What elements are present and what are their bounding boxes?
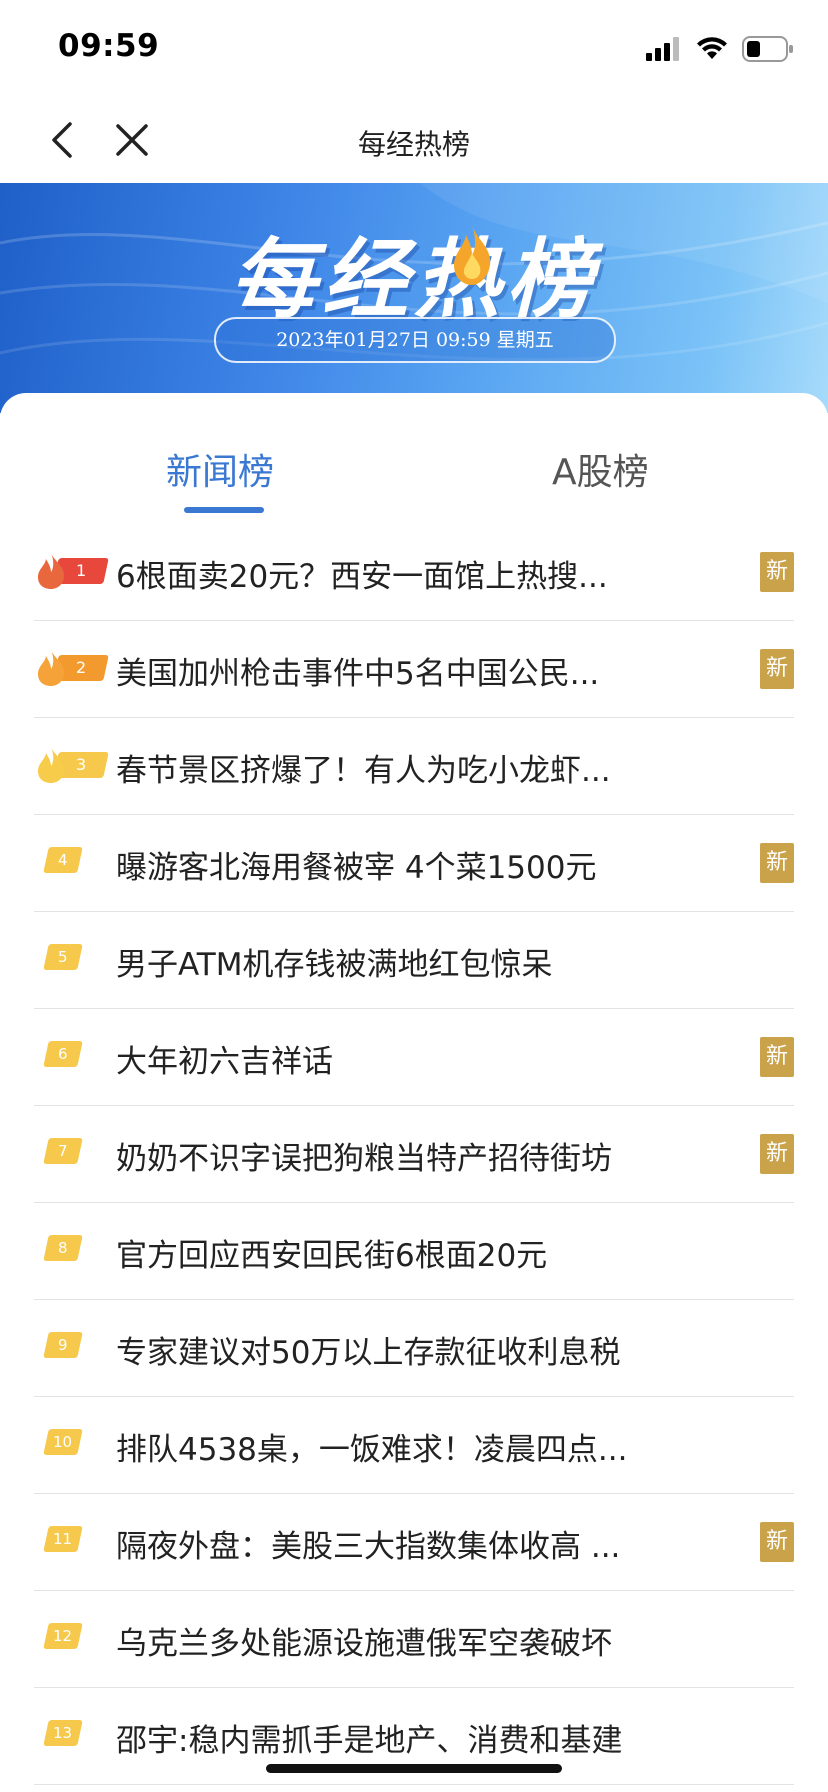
banner-datetime: 2023年01月27日 09:59 星期五 — [214, 317, 616, 363]
news-row[interactable]: 9 专家建议对50万以上存款征收利息税 — [34, 1300, 794, 1397]
content-card: 新闻榜 A股榜 1 6根面卖20元？西安一面馆上热搜... 新 2 美国加州枪击… — [0, 393, 828, 1792]
flame-icon — [454, 225, 491, 285]
rank-badge: 3 — [34, 746, 109, 783]
rank-badge: 10 — [43, 1429, 83, 1455]
news-row[interactable]: 2 美国加州枪击事件中5名中国公民... 新 — [34, 621, 794, 718]
new-badge: 新 — [760, 1522, 794, 1562]
status-icons — [646, 34, 794, 64]
rank-badge: 1 — [34, 552, 109, 589]
banner-title: 每经热榜 — [230, 230, 598, 330]
rank-number: 5 — [58, 948, 68, 966]
news-row[interactable]: 10 排队4538桌，一饭难求！凌晨四点... — [34, 1397, 794, 1494]
news-title: 专家建议对50万以上存款征收利息税 — [116, 1335, 621, 1371]
rank-badge: 9 — [43, 1332, 83, 1358]
news-row[interactable]: 4 曝游客北海用餐被宰 4个菜1500元 新 — [34, 815, 794, 912]
tab-active-indicator — [184, 507, 264, 513]
flame-icon — [38, 747, 65, 783]
flame-icon — [38, 553, 65, 589]
status-bar: 09:59 — [0, 0, 828, 96]
tab-bar: 新闻榜 A股榜 — [0, 393, 828, 523]
news-title: 奶奶不识字误把狗粮当特产招待街坊 — [116, 1141, 612, 1177]
rank-number: 7 — [58, 1142, 68, 1160]
news-row[interactable]: 5 男子ATM机存钱被满地红包惊呆 — [34, 912, 794, 1009]
rank-number: 1 — [75, 561, 87, 580]
news-title: 6根面卖20元？西安一面馆上热搜... — [116, 559, 608, 595]
news-title: 春节景区挤爆了！有人为吃小龙虾... — [116, 753, 611, 789]
rank-number: 6 — [58, 1045, 68, 1063]
news-title: 邵宇:稳内需抓手是地产、消费和基建 — [116, 1723, 623, 1759]
rank-badge: 8 — [43, 1235, 83, 1261]
news-row[interactable]: 1 6根面卖20元？西安一面馆上热搜... 新 — [34, 524, 794, 621]
rank-number: 2 — [75, 658, 87, 677]
news-row[interactable]: 6 大年初六吉祥话 新 — [34, 1009, 794, 1106]
rank-number: 12 — [53, 1627, 73, 1645]
home-indicator[interactable] — [266, 1764, 562, 1773]
rank-number: 3 — [75, 755, 87, 774]
rank-badge: 5 — [43, 944, 83, 970]
nav-bar: 每经热榜 — [0, 96, 828, 184]
rank-badge: 7 — [43, 1138, 83, 1164]
rank-number: 9 — [58, 1336, 68, 1354]
rank-badge: 4 — [43, 847, 83, 873]
news-row[interactable]: 7 奶奶不识字误把狗粮当特产招待街坊 新 — [34, 1106, 794, 1203]
news-title: 官方回应西安回民街6根面20元 — [116, 1238, 548, 1274]
rank-number: 4 — [58, 851, 68, 869]
news-row[interactable]: 12 乌克兰多处能源设施遭俄军空袭破坏 — [34, 1591, 794, 1688]
news-title: 美国加州枪击事件中5名中国公民... — [116, 656, 600, 692]
news-row[interactable]: 8 官方回应西安回民街6根面20元 — [34, 1203, 794, 1300]
news-title: 隔夜外盘：美股三大指数集体收高 ... — [116, 1529, 621, 1565]
battery-icon — [742, 36, 793, 62]
flame-icon — [38, 650, 65, 686]
rank-number: 10 — [53, 1433, 73, 1451]
rank-badge: 13 — [43, 1720, 83, 1746]
news-title: 男子ATM机存钱被满地红包惊呆 — [116, 947, 553, 983]
news-row[interactable]: 11 隔夜外盘：美股三大指数集体收高 ... 新 — [34, 1494, 794, 1591]
new-badge: 新 — [760, 843, 794, 883]
signal-icon — [646, 37, 679, 61]
rank-badge: 12 — [43, 1623, 83, 1649]
news-title: 乌克兰多处能源设施遭俄军空袭破坏 — [116, 1626, 612, 1662]
page-title: 每经热榜 — [357, 128, 470, 161]
hero-banner: 每经热榜 2023年01月27日 09:59 星期五 — [0, 183, 828, 413]
rank-number: 8 — [58, 1239, 68, 1257]
news-row[interactable]: 3 春节景区挤爆了！有人为吃小龙虾... — [34, 718, 794, 815]
tab-a-shares[interactable]: A股榜 — [552, 443, 649, 495]
new-badge: 新 — [760, 552, 794, 592]
news-title: 大年初六吉祥话 — [116, 1044, 333, 1080]
new-badge: 新 — [760, 1134, 794, 1174]
rank-badge: 6 — [43, 1041, 83, 1067]
tab-news[interactable]: 新闻榜 — [166, 443, 274, 495]
news-title: 排队4538桌，一饭难求！凌晨四点... — [116, 1432, 628, 1468]
new-badge: 新 — [760, 649, 794, 689]
rank-badge: 11 — [43, 1526, 83, 1552]
news-title: 曝游客北海用餐被宰 4个菜1500元 — [116, 850, 597, 886]
status-time: 09:59 — [58, 28, 160, 64]
rank-badge: 2 — [34, 649, 109, 686]
wifi-icon — [697, 37, 727, 59]
new-badge: 新 — [760, 1037, 794, 1077]
rank-number: 13 — [53, 1724, 73, 1742]
rank-number: 11 — [53, 1530, 73, 1548]
